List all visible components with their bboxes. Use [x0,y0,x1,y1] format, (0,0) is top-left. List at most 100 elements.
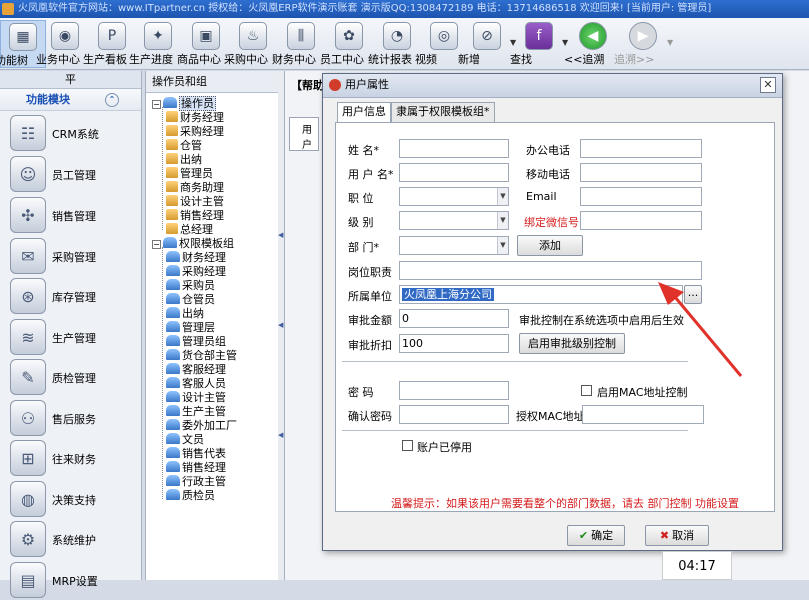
module-decision[interactable]: ◍ 决策支持 [0,479,142,519]
toolbar-purchase-center[interactable]: ♨ 采购中心 [224,20,276,68]
approve-discount-field[interactable]: 100 [399,334,509,353]
splitter-arrow-icon[interactable]: ◀ [278,321,283,329]
module-section-title: 功能模块 [26,93,70,106]
dept-select[interactable]: ▼ [399,236,509,255]
toolbar-production-progress[interactable]: ✦ 生产进度 [129,20,181,68]
toolbar-business-center[interactable]: ◉ 业务中心 [36,20,88,68]
module-quality[interactable]: ✎ 质检管理 [0,357,142,397]
tree-node-operator[interactable]: 仓管 [166,139,202,153]
toolbar-trace-back[interactable]: ◀ <<追溯 [564,20,616,68]
tree-node-group[interactable]: 客服经理 [166,363,226,377]
account-disabled-checkbox[interactable] [402,440,413,451]
group-icon [166,363,180,374]
tree-node-group[interactable]: 采购员 [166,279,215,293]
tree-node-group[interactable]: 采购经理 [166,265,226,279]
tree-node-operator[interactable]: 采购经理 [166,125,224,139]
tree-node-group[interactable]: 生产主管 [166,405,226,419]
tree-node-group[interactable]: 货仓部主管 [166,349,237,363]
tab-permission-groups[interactable]: 隶属于权限模板组* [391,102,495,122]
mobile-field[interactable] [580,163,702,182]
account-disabled-label: 账户已停用 [417,441,472,454]
enable-approve-level-button[interactable]: 启用审批级别控制 [519,333,625,354]
find-dropdown-arrow[interactable]: ▼ [562,38,568,47]
tree-node-operator[interactable]: 商务助理 [166,181,224,195]
module-crm[interactable]: ☷ CRM系统 [0,113,142,153]
module-finance[interactable]: ⊞ 往来财务 [0,438,142,478]
tree-node-operator[interactable]: 销售经理 [166,209,224,223]
ok-button[interactable]: ✔ 确定 [567,525,625,546]
module-sales[interactable]: ✣ 销售管理 [0,195,142,235]
module-label: 库存管理 [52,291,96,304]
office-phone-field[interactable] [580,139,702,158]
chevron-down-icon[interactable]: ▼ [497,212,508,229]
toolbar-finance-center[interactable]: ⫼ 财务中心 [272,20,324,68]
tree-node-permission-groups[interactable]: − 权限模板组 [152,237,234,251]
chevron-down-icon[interactable]: ▼ [497,188,508,205]
password-field[interactable] [399,381,509,400]
wechat-field[interactable] [580,211,702,230]
tree-node-operator[interactable]: 出纳 [166,153,202,167]
tree-node-group[interactable]: 设计主管 [166,391,226,405]
chevron-down-icon[interactable]: ▼ [497,237,508,254]
collapse-toggle-icon[interactable]: − [152,100,161,109]
mac-address-field[interactable] [582,405,704,424]
staff-icon: ☺ [10,156,46,192]
tree-node-operators[interactable]: − 操作员 [152,96,216,111]
tree-node-group[interactable]: 管理层 [166,321,215,335]
user-group-icon [163,97,177,108]
tree-node-operator[interactable]: 财务经理 [166,111,224,125]
function-module-panel: 平 功能模块 ⌃ ☷ CRM系统 ☺ 员工管理 ✣ 销售管理 ✉ 采购管理 ⊛ 库存管理 … [0,71,142,598]
tree-node-group[interactable]: 文员 [166,433,204,447]
toolbar-new[interactable]: ⊘ 新增 [458,20,510,68]
panel-splitter[interactable]: ◀ ◀ ◀ [278,71,284,580]
tree-node-group[interactable]: 管理员组 [166,335,226,349]
tree-node-group[interactable]: 客服人员 [166,377,226,391]
toolbar-find[interactable]: f 查找 [510,20,562,68]
browse-unit-button[interactable]: ... [684,285,702,304]
name-field[interactable] [399,139,509,158]
forward-dropdown-arrow[interactable]: ▼ [667,38,673,47]
tree-node-group[interactable]: 财务经理 [166,251,226,265]
progress-icon: ✦ [144,22,172,50]
module-purchase[interactable]: ✉ 采购管理 [0,236,142,276]
email-field[interactable] [580,187,702,206]
mac-control-checkbox[interactable] [581,385,592,396]
cancel-button[interactable]: ✖ 取消 [645,525,709,546]
module-mrp[interactable]: ▤ MRP设置 [0,560,142,600]
position-select[interactable]: ▼ [399,187,509,206]
tree-node-group[interactable]: 销售代表 [166,447,226,461]
level-select[interactable]: ▼ [399,211,509,230]
tree-node-group[interactable]: 委外加工厂 [166,419,237,433]
approve-amount-field[interactable]: 0 [399,309,509,328]
group-icon [166,349,180,360]
module-system[interactable]: ⚙ 系统维护 [0,519,142,559]
tree-node-operator[interactable]: 设计主管 [166,195,224,209]
tree-node-group[interactable]: 仓管员 [166,293,215,307]
tree-node-operator[interactable]: 总经理 [166,223,213,237]
toolbar-goods-center[interactable]: ▣ 商品中心 [177,20,229,68]
tab-user-info[interactable]: 用户信息 [337,102,391,123]
module-staff[interactable]: ☺ 员工管理 [0,154,142,194]
confirm-password-field[interactable] [399,405,509,424]
unit-field[interactable]: 火凤凰上海分公司 [399,285,683,304]
splitter-arrow-icon[interactable]: ◀ [278,431,283,439]
module-production[interactable]: ≋ 生产管理 [0,317,142,357]
tree-node-operator[interactable]: 管理员 [166,167,213,181]
close-icon[interactable]: ✕ [760,77,776,93]
splitter-arrow-icon[interactable]: ◀ [278,231,283,239]
toolbar-staff-center[interactable]: ✿ 员工中心 [320,20,372,68]
username-field[interactable] [399,163,509,182]
tree-node-group[interactable]: 质检员 [166,489,215,503]
add-button[interactable]: 添加 [517,235,583,256]
tree-node-group[interactable]: 行政主管 [166,475,226,489]
collapse-icon[interactable]: ⌃ [105,93,119,107]
toolbar-trace-forward[interactable]: ▶ 追溯>> [614,20,666,68]
tree-node-group[interactable]: 销售经理 [166,461,226,475]
module-inventory[interactable]: ⊛ 库存管理 [0,276,142,316]
collapse-toggle-icon[interactable]: − [152,240,161,249]
module-section-header[interactable]: 功能模块 ⌃ [0,89,141,111]
module-after-sales[interactable]: ⚇ 售后服务 [0,398,142,438]
tree-node-group[interactable]: 出纳 [166,307,204,321]
toolbar-statistics-report[interactable]: ◔ 统计报表 [368,20,420,68]
duty-field[interactable] [399,261,702,280]
